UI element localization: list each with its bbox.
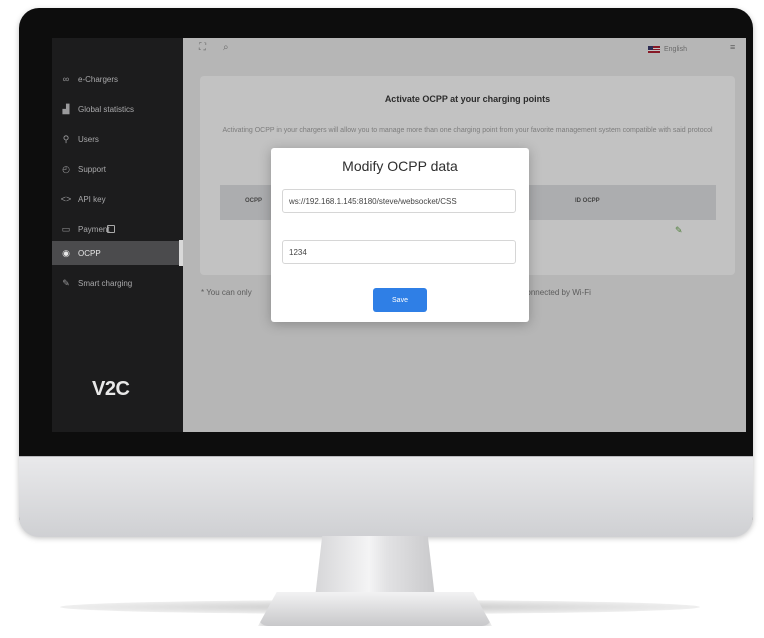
sidebar-item-label: API key — [78, 194, 106, 204]
user-icon: ⚲ — [62, 133, 70, 144]
monitor-chin — [19, 456, 753, 537]
monitor-stand-base — [258, 592, 492, 626]
v2c-logo: V2C — [92, 378, 130, 400]
sidebar-item-label: OCPP — [78, 248, 101, 258]
sidebar-item-label: Payment — [78, 224, 110, 234]
sidebar-item-smart-charging[interactable]: ✎ Smart charging — [52, 271, 183, 295]
sidebar-item-support[interactable]: ◴ Support — [52, 157, 183, 181]
sidebar-item-global-statistics[interactable]: ▟ Global statistics — [52, 97, 183, 121]
sidebar-item-label: Users — [78, 134, 99, 144]
globe-icon: ◉ — [62, 247, 70, 258]
sidebar-item-users[interactable]: ⚲ Users — [52, 127, 183, 151]
sidebar-item-label: Support — [78, 164, 107, 174]
monitor-stand-neck — [315, 536, 435, 598]
app-screen: ∞ e-Chargers ▟ Global statistics ⚲ Users… — [52, 38, 746, 432]
sidebar-item-payment[interactable]: ▭ Payment — [52, 217, 183, 241]
save-button[interactable]: Save — [373, 288, 427, 312]
sidebar: ∞ e-Chargers ▟ Global statistics ⚲ Users… — [52, 38, 183, 432]
bar-chart-icon: ▟ — [62, 103, 70, 114]
ocpp-checkbox[interactable] — [107, 225, 115, 233]
sidebar-item-label: Global statistics — [78, 104, 135, 114]
sidebar-item-e-chargers[interactable]: ∞ e-Chargers — [52, 67, 183, 91]
sidebar-item-api-key[interactable]: <> API key — [52, 187, 183, 211]
leaf-icon: ✎ — [62, 277, 70, 288]
wallet-icon: ▭ — [61, 223, 71, 234]
modify-ocpp-modal: Modify OCPP data Save — [271, 148, 529, 322]
infinity-icon: ∞ — [62, 74, 70, 84]
sidebar-item-ocpp[interactable]: ◉ OCPP — [52, 241, 183, 265]
support-icon: ◴ — [62, 163, 70, 174]
modal-title: Modify OCPP data — [342, 158, 458, 174]
ocpp-id-input[interactable] — [282, 240, 516, 264]
sidebar-item-label: Smart charging — [78, 278, 133, 288]
code-icon: <> — [60, 194, 72, 204]
ocpp-url-input[interactable] — [282, 189, 516, 213]
sidebar-item-label: e-Chargers — [78, 74, 119, 84]
